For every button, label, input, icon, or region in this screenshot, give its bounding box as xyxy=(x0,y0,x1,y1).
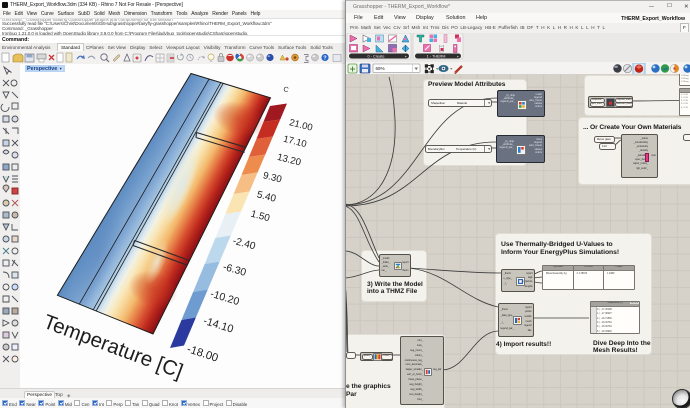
svg-text:▸: ▸ xyxy=(405,54,407,58)
svg-text:5.40: 5.40 xyxy=(256,189,278,204)
svg-text:Temperature [C]: Temperature [C] xyxy=(40,310,186,383)
svg-text:0 - Create: 0 - Create xyxy=(368,54,385,58)
svg-text:▸: ▸ xyxy=(457,54,459,58)
svg-text:9.30: 9.30 xyxy=(262,170,284,185)
svg-text:-2.40: -2.40 xyxy=(231,236,256,253)
svg-text:-10.20: -10.20 xyxy=(209,288,241,308)
svg-text:C: C xyxy=(283,86,290,94)
svg-text:17.10: 17.10 xyxy=(282,134,308,150)
svg-text:21.00: 21.00 xyxy=(288,117,314,133)
svg-text:-14.10: -14.10 xyxy=(202,315,235,336)
svg-text:-6.30: -6.30 xyxy=(222,262,248,279)
svg-text:13.20: 13.20 xyxy=(276,152,303,169)
svg-text:1.50: 1.50 xyxy=(250,209,272,225)
svg-text:-18.00: -18.00 xyxy=(185,343,219,364)
svg-text:69%: 69% xyxy=(376,66,385,71)
svg-text:1 - THERM: 1 - THERM xyxy=(427,54,446,58)
